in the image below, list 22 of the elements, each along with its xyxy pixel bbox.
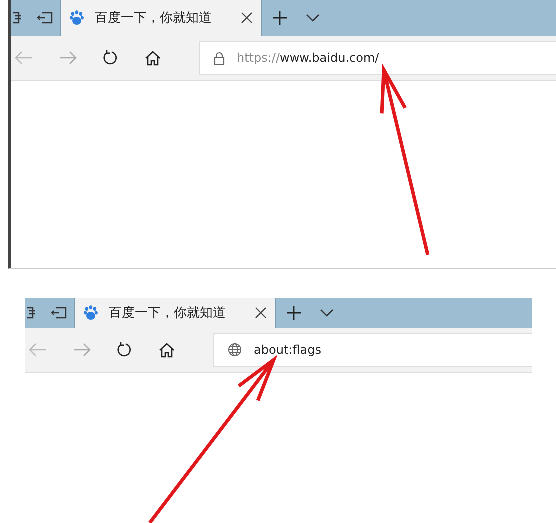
close-icon[interactable] (255, 307, 267, 319)
globe-icon (228, 343, 242, 357)
home-icon[interactable] (159, 342, 175, 358)
plus-icon[interactable] (272, 10, 288, 26)
home-icon[interactable] (145, 50, 161, 66)
close-icon[interactable] (241, 12, 253, 24)
tab-icon[interactable] (27, 305, 37, 321)
paw-icon (83, 305, 99, 321)
chevron-down-icon[interactable] (306, 13, 320, 23)
browser-tab[interactable]: 百度一下，你就知道 (75, 298, 275, 328)
chevron-down-icon[interactable] (320, 308, 334, 318)
address-field[interactable]: about:flags (213, 333, 532, 367)
paw-icon (69, 10, 85, 26)
refresh-icon[interactable] (117, 342, 133, 358)
refresh-icon[interactable] (103, 50, 119, 66)
browser-tab[interactable]: 百度一下，你就知道 (61, 0, 261, 36)
address-field[interactable]: https://www.baidu.com/ (199, 41, 556, 75)
lock-icon (214, 52, 225, 64)
tab-aside-icon[interactable] (51, 306, 67, 320)
plus-icon[interactable] (286, 305, 302, 321)
tab-icon[interactable] (13, 10, 23, 26)
tab-aside-icon[interactable] (37, 11, 53, 25)
